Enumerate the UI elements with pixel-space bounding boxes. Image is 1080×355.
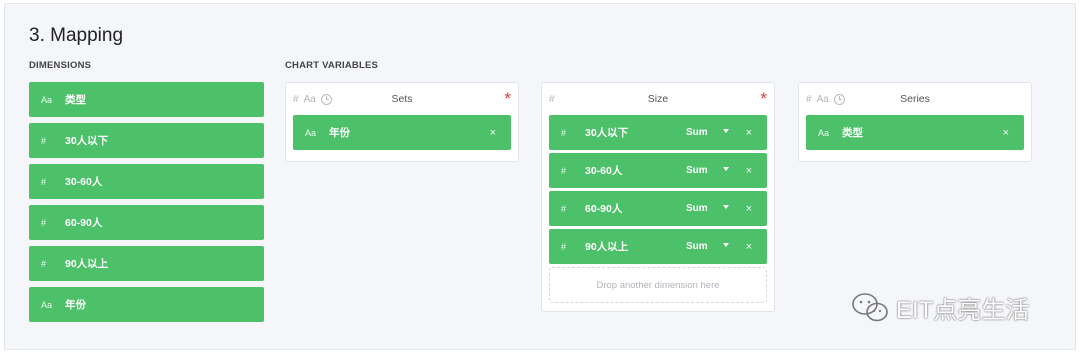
number-type-icon: # <box>561 165 567 176</box>
dimension-item-year[interactable]: Aa 年份 <box>29 287 264 322</box>
mapped-dimension-chip[interactable]: # 90人以上 Sum × <box>549 229 767 264</box>
number-type-icon: # <box>41 135 47 146</box>
text-type-icon: Aa <box>41 299 53 310</box>
number-type-icon: # <box>293 93 299 105</box>
number-type-icon: # <box>41 176 47 187</box>
dimension-item-over90[interactable]: # 90人以上 <box>29 246 264 281</box>
number-type-icon: # <box>561 127 567 138</box>
wechat-icon <box>852 292 888 321</box>
required-asterisk-icon: * <box>760 89 767 108</box>
chip-label: 年份 <box>329 127 350 139</box>
mapped-dimension-chip[interactable]: # 30人以下 Sum × <box>549 115 767 150</box>
required-asterisk-icon: * <box>504 89 511 108</box>
dimension-label: 类型 <box>65 94 86 106</box>
mapped-dimension-chip[interactable]: Aa 年份 × <box>293 115 511 150</box>
chip-label: 60-90人 <box>585 203 623 215</box>
variable-size[interactable]: # Size * # 30人以下 Sum × # 30-60人 Sum × # … <box>541 82 775 312</box>
watermark: EIT点亮生活 <box>850 290 1029 325</box>
number-type-icon: # <box>561 241 567 252</box>
mapped-dimension-chip[interactable]: Aa 类型 × <box>806 115 1024 150</box>
dimension-label: 90人以上 <box>65 258 109 270</box>
chip-label: 类型 <box>842 127 863 139</box>
variable-sets[interactable]: # Aa Sets * Aa 年份 × <box>285 82 519 162</box>
number-type-icon: # <box>549 93 555 105</box>
dimension-label: 30人以下 <box>65 135 109 147</box>
text-type-icon: Aa <box>816 93 829 105</box>
variable-header: # Size * <box>549 83 767 115</box>
dimensions-label: DIMENSIONS <box>29 60 92 71</box>
date-type-icon <box>320 93 332 105</box>
mapped-dimension-chip[interactable]: # 60-90人 Sum × <box>549 191 767 226</box>
mapped-dimension-chip[interactable]: # 30-60人 Sum × <box>549 153 767 188</box>
dimension-label: 60-90人 <box>65 217 103 229</box>
watermark-text: EIT点亮生活 <box>896 297 1030 324</box>
chip-label: 30人以下 <box>585 127 629 139</box>
number-type-icon: # <box>561 203 567 214</box>
text-type-icon: Aa <box>818 127 830 138</box>
dimensions-list: Aa 类型 # 30人以下 # 30-60人 # 60-90人 # 90人以上 … <box>29 82 264 328</box>
number-type-icon: # <box>41 258 47 269</box>
date-type-icon <box>833 93 845 105</box>
caret-down-icon[interactable] <box>723 205 729 209</box>
dimension-item-30-60[interactable]: # 30-60人 <box>29 164 264 199</box>
remove-icon[interactable]: × <box>746 241 752 253</box>
dimension-label: 年份 <box>65 299 86 311</box>
chip-label: 30-60人 <box>585 165 623 177</box>
remove-icon[interactable]: × <box>490 127 496 139</box>
variable-header: # Aa Series <box>806 83 1024 115</box>
variable-series[interactable]: # Aa Series Aa 类型 × <box>798 82 1032 162</box>
remove-icon[interactable]: × <box>746 203 752 215</box>
remove-icon[interactable]: × <box>1003 127 1009 139</box>
caret-down-icon[interactable] <box>723 167 729 171</box>
chart-variables-label: CHART VARIABLES <box>285 60 379 71</box>
number-type-icon: # <box>806 93 812 105</box>
section-title: 3. Mapping <box>29 25 124 46</box>
text-type-icon: Aa <box>305 127 317 138</box>
text-type-icon: Aa <box>303 93 316 105</box>
caret-down-icon[interactable] <box>723 243 729 247</box>
aggregation-select[interactable]: Sum <box>686 127 708 138</box>
dimension-item-60-90[interactable]: # 60-90人 <box>29 205 264 240</box>
aggregation-select[interactable]: Sum <box>686 203 708 214</box>
remove-icon[interactable]: × <box>746 165 752 177</box>
dimension-label: 30-60人 <box>65 176 103 188</box>
number-type-icon: # <box>41 217 47 228</box>
drop-zone[interactable]: Drop another dimension here <box>549 267 767 303</box>
variable-header: # Aa Sets * <box>293 83 511 115</box>
variable-name: Size <box>647 93 669 105</box>
remove-icon[interactable]: × <box>746 127 752 139</box>
chip-label: 90人以上 <box>585 241 629 253</box>
text-type-icon: Aa <box>41 94 53 105</box>
caret-down-icon[interactable] <box>723 129 729 133</box>
dimension-item-type[interactable]: Aa 类型 <box>29 82 264 117</box>
aggregation-select[interactable]: Sum <box>686 241 708 252</box>
aggregation-select[interactable]: Sum <box>686 165 708 176</box>
dimension-item-under30[interactable]: # 30人以下 <box>29 123 264 158</box>
